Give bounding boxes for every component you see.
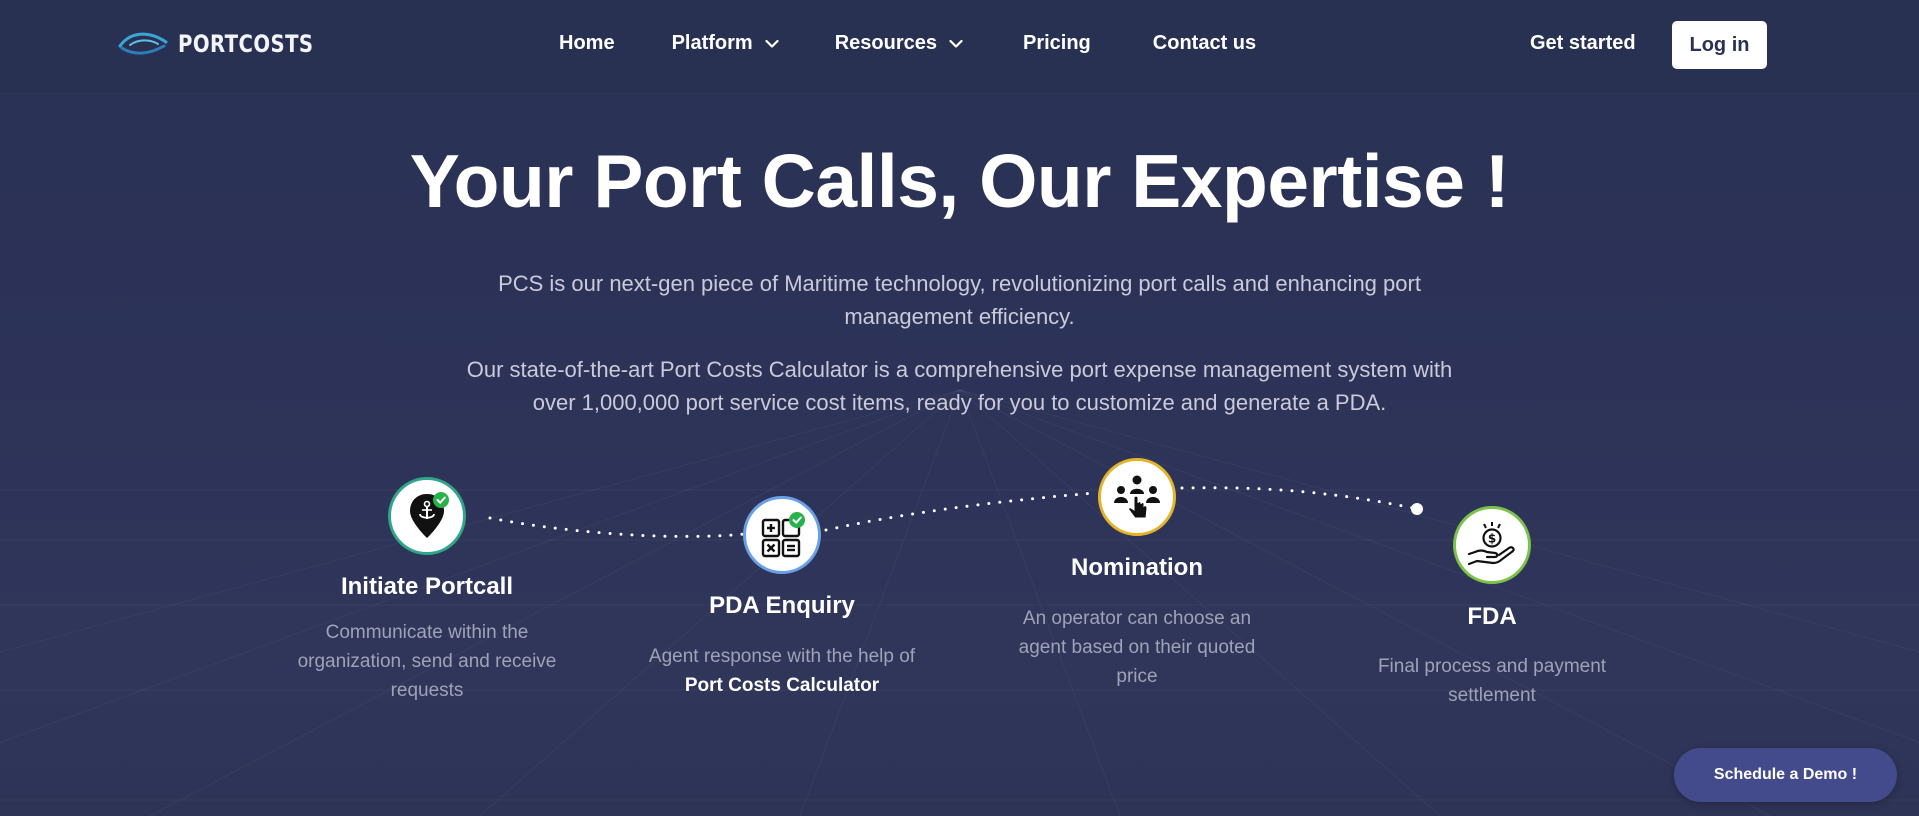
hero-description-line-1: Our state-of-the-art Port Costs Calculat… — [466, 357, 1453, 382]
nav-item-resources[interactable]: Resources — [835, 32, 963, 55]
step-initiate-portcall-desc-line-1: Communicate within the — [325, 622, 529, 643]
step-initiate-portcall-title: Initiate Portcall — [340, 573, 514, 600]
nav-item-platform-label: Platform — [671, 32, 753, 54]
get-started-link[interactable]: Get started — [1530, 32, 1636, 55]
nav-item-pricing[interactable]: Pricing — [1023, 32, 1091, 55]
login-button[interactable]: Log in — [1672, 21, 1767, 69]
step-pda-enquiry-title: PDA Enquiry — [709, 592, 855, 619]
hero-description-paragraph: Our state-of-the-art Port Costs Calculat… — [0, 353, 1919, 419]
step-fda-description: Final process and payment settlement — [1342, 652, 1642, 710]
nav-menu: Home Platform Resources Pricing Contact … — [559, 32, 1256, 55]
step-initiate-portcall-description: Communicate within the organization, sen… — [277, 618, 577, 705]
step-fda-icon-circle: $ — [1453, 506, 1531, 584]
step-nomination-icon-circle — [1098, 458, 1176, 536]
wave-logo-icon — [118, 32, 168, 55]
calculator-icon — [761, 512, 805, 558]
chevron-down-icon — [949, 39, 963, 48]
step-nomination-description: An operator can choose an agent based on… — [987, 604, 1287, 691]
step-pda-enquiry-description: Agent response with the help of Port Cos… — [632, 642, 932, 700]
chevron-down-icon — [765, 39, 779, 48]
step-pda-enquiry-desc-bold: Port Costs Calculator — [684, 675, 880, 696]
step-initiate-portcall-desc-line-3: requests — [390, 680, 464, 701]
svg-text:$: $ — [1488, 532, 1496, 546]
top-navigation: PORTCOSTS Home Platform Resources Pricin… — [0, 0, 1919, 94]
step-initiate-portcall-desc-line-2: organization, send and receive — [297, 651, 557, 672]
step-fda-desc-line-1: Final process and payment — [1377, 656, 1607, 677]
path-end-dot — [1411, 503, 1423, 515]
hero-intro-line-2: management efficiency. — [844, 304, 1075, 329]
brand-name: PORTCOSTS — [178, 30, 314, 58]
hero-intro-paragraph: PCS is our next-gen piece of Maritime te… — [0, 267, 1919, 333]
brand-logo[interactable]: PORTCOSTS — [118, 26, 343, 62]
hero-title: Your Port Calls, Our Expertise ! — [409, 139, 1510, 223]
nav-item-platform[interactable]: Platform — [672, 32, 779, 55]
nav-item-contact-us[interactable]: Contact us — [1153, 32, 1256, 55]
step-nomination-desc-line-2: agent based on their quoted — [1018, 637, 1256, 658]
hero-intro-line-1: PCS is our next-gen piece of Maritime te… — [498, 271, 1421, 296]
step-fda-desc-line-2: settlement — [1448, 685, 1536, 706]
step-nomination-desc-line-3: price — [1116, 666, 1158, 687]
hand-coin-icon: $ — [1467, 522, 1515, 566]
nav-item-home[interactable]: Home — [559, 32, 615, 55]
step-nomination-title: Nomination — [1071, 554, 1203, 581]
schedule-demo-button[interactable]: Schedule a Demo ! — [1674, 748, 1897, 802]
nav-item-resources-label: Resources — [834, 32, 937, 54]
step-nomination-desc-line-1: An operator can choose an — [1022, 608, 1252, 629]
step-fda-title: FDA — [1467, 603, 1517, 630]
anchor-location-pin-icon — [410, 492, 449, 538]
hero-description-line-2: over 1,000,000 port service cost items, … — [532, 390, 1387, 415]
step-pda-enquiry-icon-circle — [743, 496, 821, 574]
step-initiate-portcall-icon-circle — [388, 477, 466, 555]
team-selection-icon — [1114, 475, 1160, 519]
step-pda-enquiry-desc-line-1: Agent response with the help of — [648, 646, 916, 667]
